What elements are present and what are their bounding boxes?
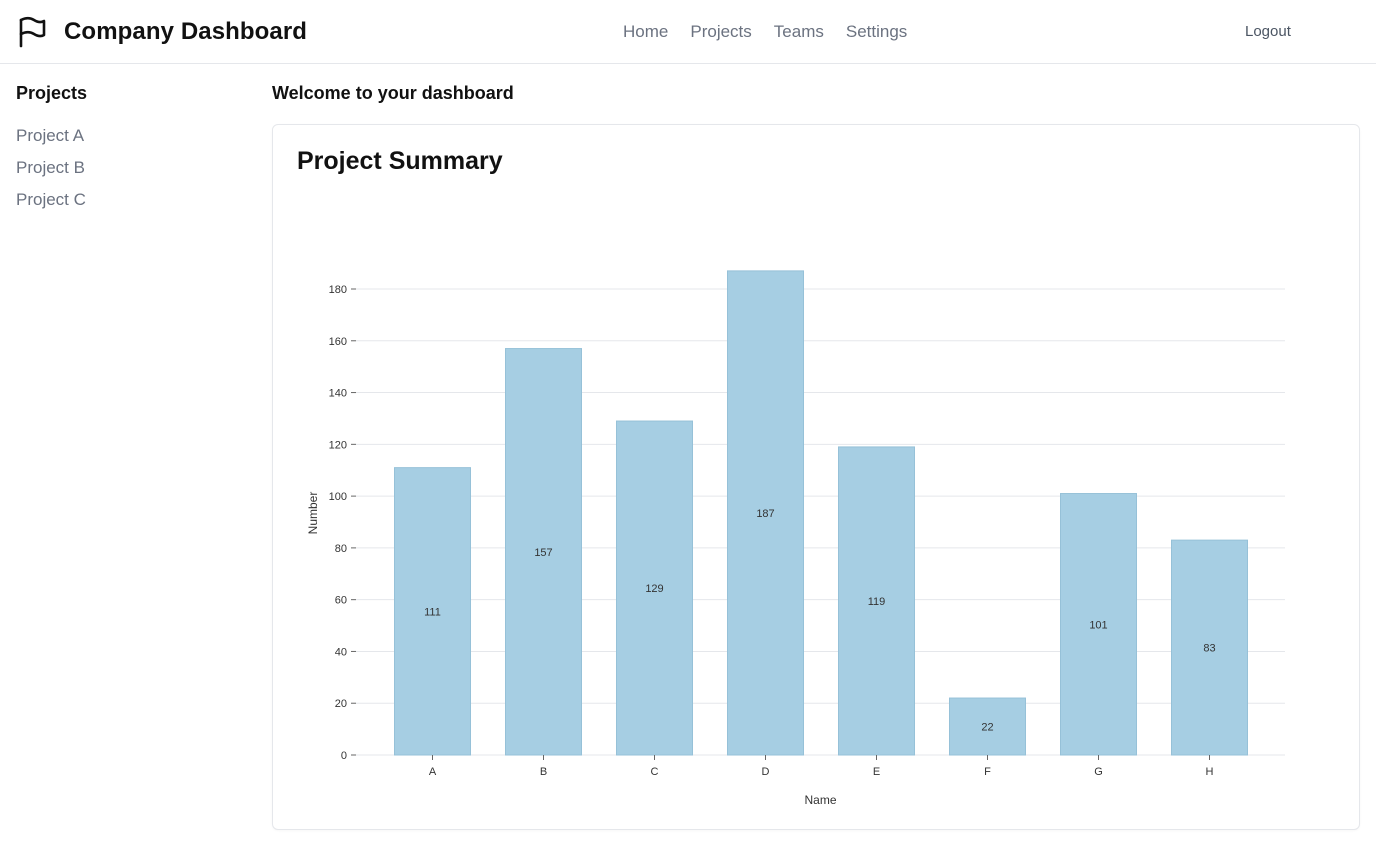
brand[interactable]: Company Dashboard bbox=[16, 14, 307, 50]
welcome-heading: Welcome to your dashboard bbox=[272, 83, 514, 103]
y-tick-label: 20 bbox=[335, 698, 347, 710]
flag-icon bbox=[16, 16, 48, 48]
x-axis-title: Name bbox=[804, 793, 836, 807]
bar-value-label: 157 bbox=[534, 547, 552, 559]
y-tick-label: 40 bbox=[335, 646, 347, 658]
bar-value-label: 22 bbox=[981, 722, 993, 734]
y-tick-label: 160 bbox=[329, 336, 347, 348]
x-tick-label: C bbox=[651, 766, 659, 778]
bar-value-label: 187 bbox=[756, 508, 774, 520]
bar-value-label: 129 bbox=[645, 583, 663, 595]
sidebar-list: Project A Project B Project C bbox=[16, 124, 86, 220]
sidebar: Projects Project A Project B Project C bbox=[0, 64, 256, 846]
nav-home[interactable]: Home bbox=[612, 20, 679, 44]
bar-chart: 0 20 40 60 80 100 120 140 160 180 111 A 157 B 129 C 187 D… bbox=[306, 270, 1285, 807]
sidebar-item-project-a[interactable]: Project A bbox=[16, 124, 86, 156]
y-tick-label: 60 bbox=[335, 595, 347, 607]
bar-value-label: 111 bbox=[424, 606, 441, 618]
main-nav: Home Projects Teams Settings bbox=[612, 20, 918, 44]
bar-value-label: 101 bbox=[1089, 619, 1107, 631]
x-tick-label: F bbox=[984, 766, 991, 778]
nav-settings[interactable]: Settings bbox=[835, 20, 918, 44]
logout-button[interactable]: Logout bbox=[1233, 18, 1303, 46]
y-tick-label: 100 bbox=[329, 491, 347, 503]
y-tick-label: 180 bbox=[329, 284, 347, 296]
sidebar-item-project-b[interactable]: Project B bbox=[16, 156, 86, 188]
x-tick-label: G bbox=[1094, 766, 1103, 778]
bar-value-label: 119 bbox=[868, 596, 886, 608]
nav-teams[interactable]: Teams bbox=[763, 20, 835, 44]
x-tick-label: E bbox=[873, 766, 880, 778]
x-tick-label: A bbox=[429, 766, 437, 778]
x-tick-label: B bbox=[540, 766, 547, 778]
nav-projects[interactable]: Projects bbox=[679, 20, 762, 44]
project-summary-card: Project Summary 0 20 40 60 80 100 120 140 160 180… bbox=[272, 124, 1360, 830]
sidebar-title: Projects bbox=[16, 83, 88, 103]
y-tick-label: 140 bbox=[329, 388, 347, 400]
y-tick-label: 120 bbox=[329, 439, 347, 451]
y-tick-label: 80 bbox=[335, 543, 347, 555]
x-tick-label: D bbox=[762, 766, 770, 778]
bar-value-label: 83 bbox=[1203, 643, 1215, 655]
y-tick-label: 0 bbox=[341, 750, 347, 762]
app-title: Company Dashboard bbox=[64, 18, 308, 45]
x-tick-label: H bbox=[1206, 766, 1214, 778]
y-axis-title: Number bbox=[306, 492, 320, 535]
sidebar-item-project-c[interactable]: Project C bbox=[16, 188, 86, 220]
top-bar: Company Dashboard Home Projects Teams Se… bbox=[0, 0, 1376, 64]
